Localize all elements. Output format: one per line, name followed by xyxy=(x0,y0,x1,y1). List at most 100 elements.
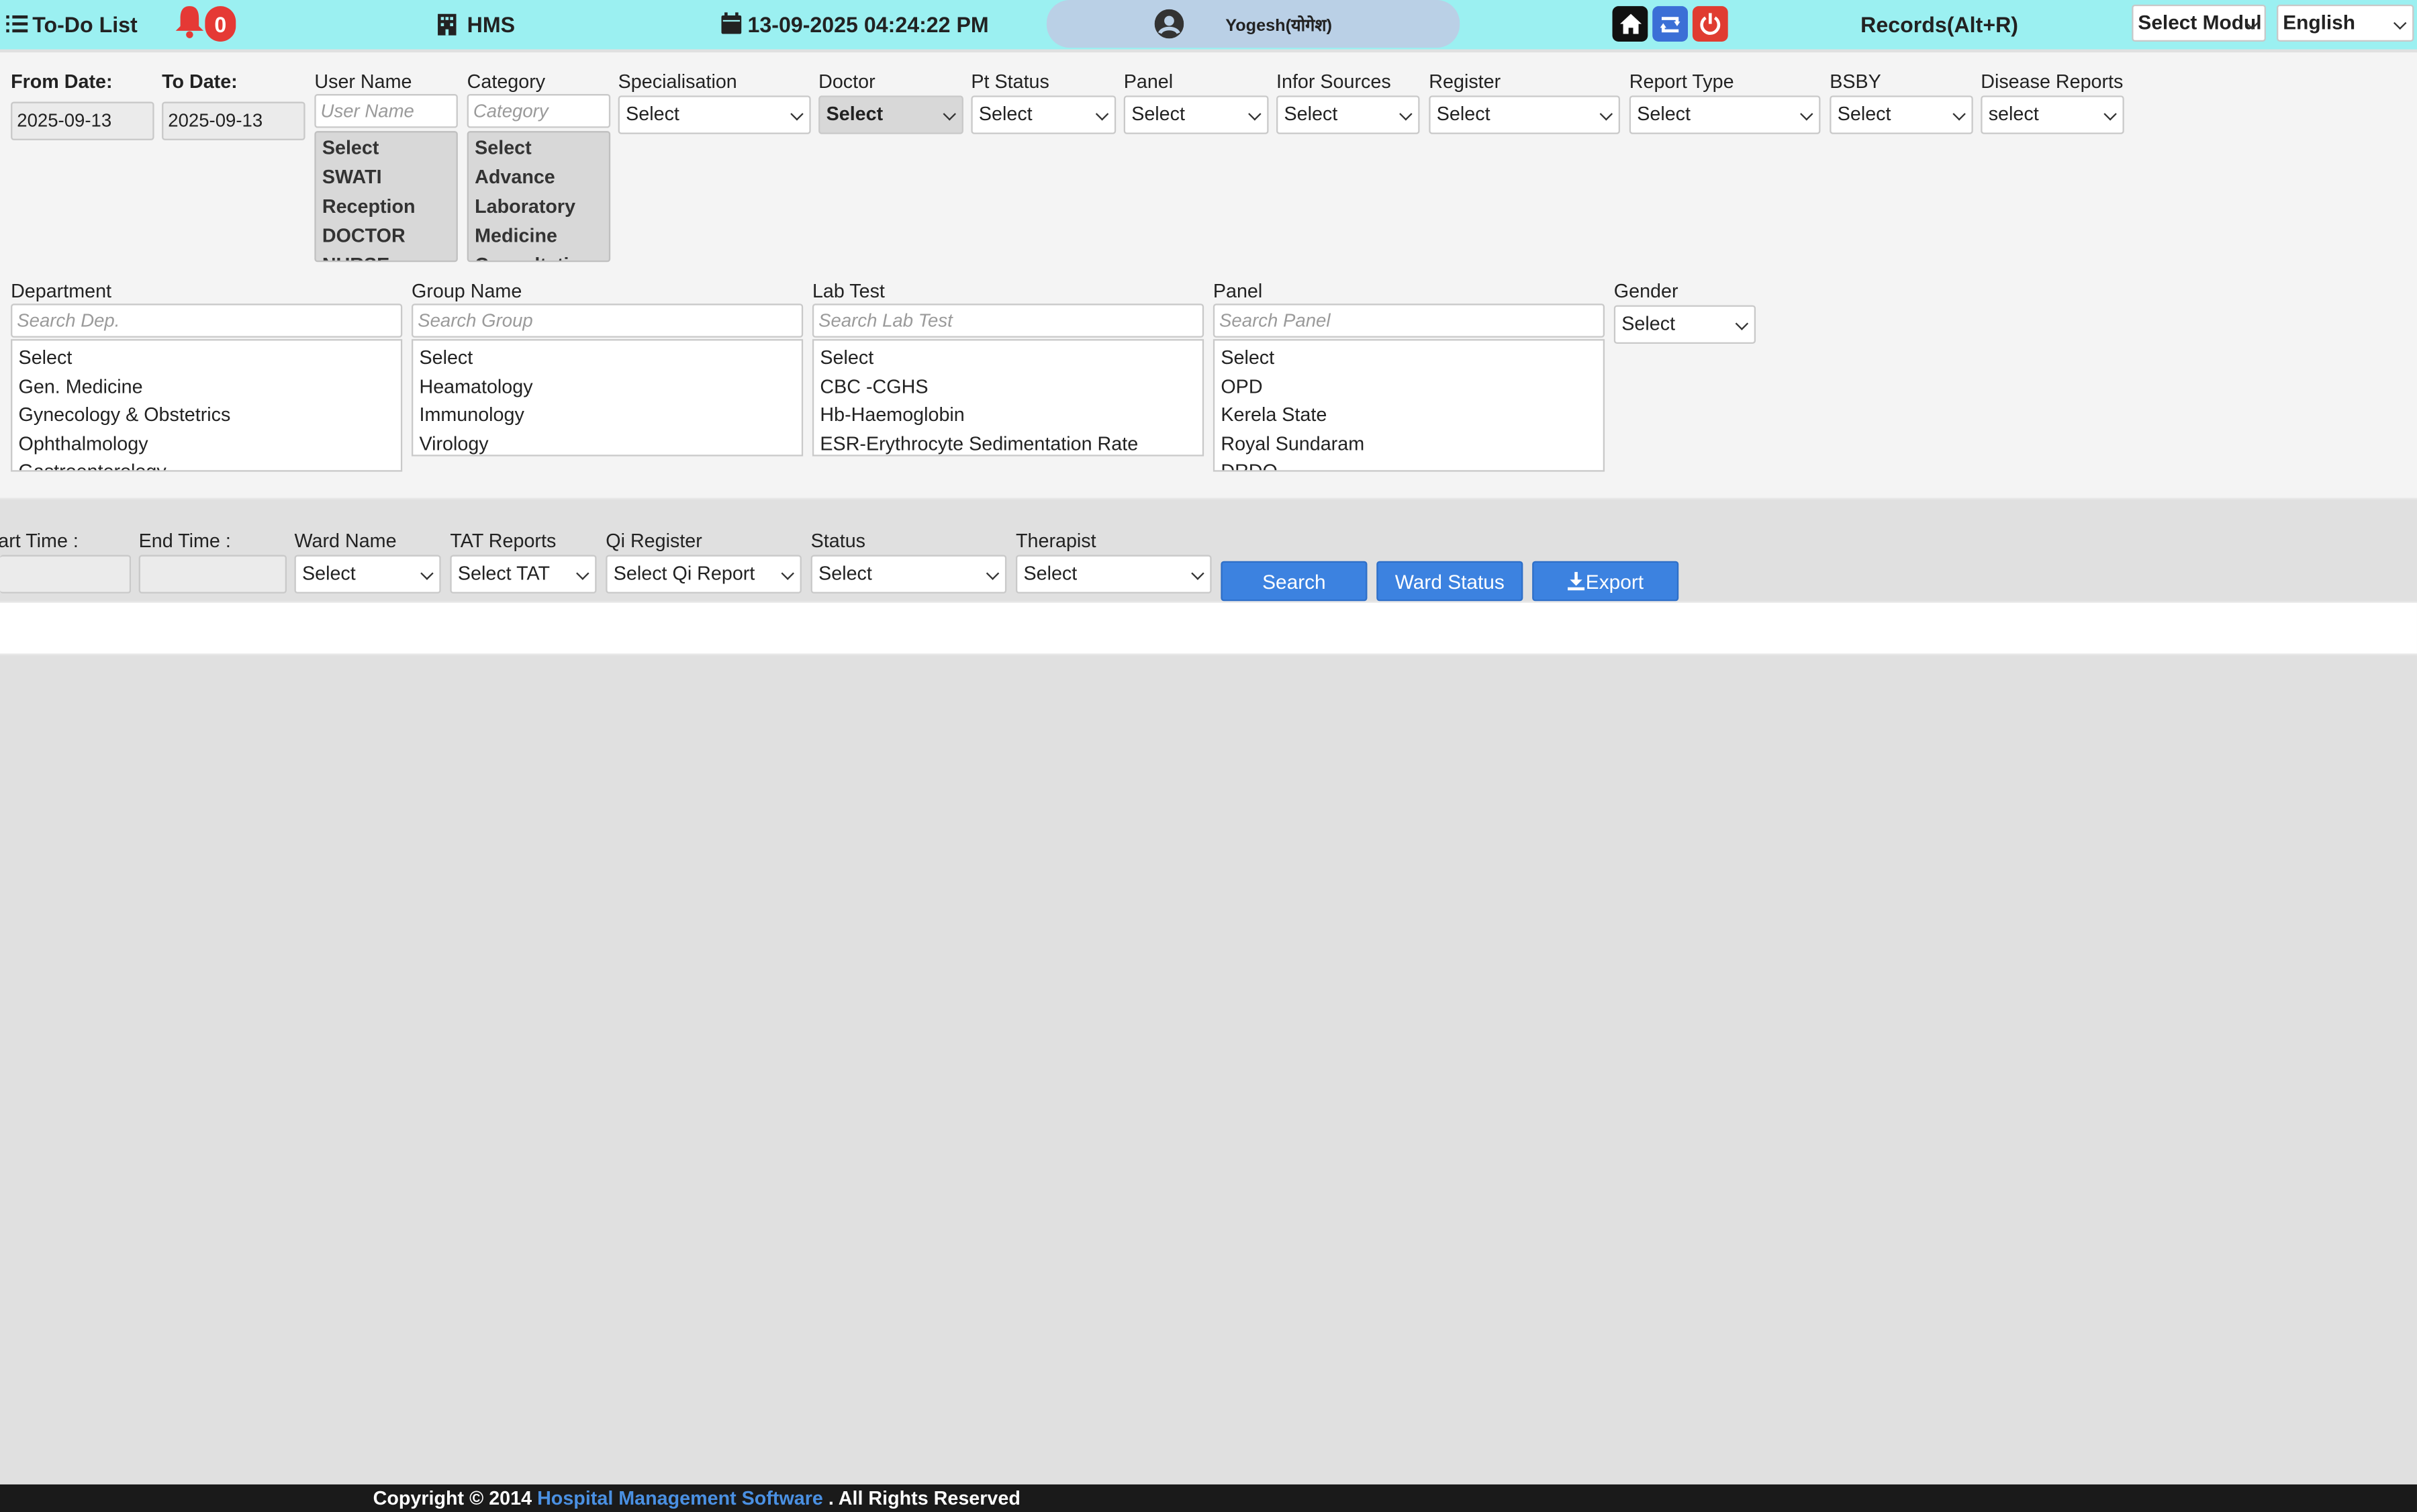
company-link[interactable]: Hospital Management Software xyxy=(537,1488,823,1509)
list-item[interactable]: Immunology xyxy=(413,401,802,429)
to-date-input[interactable]: 2025-09-13 xyxy=(162,101,305,140)
list-item[interactable]: Consultation xyxy=(469,251,609,261)
to-date-label: To Date: xyxy=(162,70,238,93)
bsby-label: BSBY xyxy=(1830,70,1881,93)
language-select[interactable]: English xyxy=(2277,4,2414,42)
therapist-select-value: Select xyxy=(1023,563,1078,585)
infor-sources-select[interactable]: Select xyxy=(1276,95,1420,134)
logout-button[interactable] xyxy=(1692,6,1728,42)
report-type-select[interactable]: Select xyxy=(1629,95,1821,134)
department-search[interactable]: Search Dep. xyxy=(11,303,403,338)
category-search[interactable]: Category xyxy=(467,94,611,128)
ward-status-button[interactable]: Ward Status xyxy=(1376,561,1523,602)
register-select-value: Select xyxy=(1436,103,1490,125)
tat-reports-label: TAT Reports xyxy=(450,530,557,552)
results-area xyxy=(0,601,2417,655)
from-date-label: From Date: xyxy=(11,70,113,93)
list-item[interactable]: Laboratory xyxy=(469,193,609,222)
records-link[interactable]: Records(Alt+R) xyxy=(1860,12,2018,37)
from-date-input[interactable]: 2025-09-13 xyxy=(11,101,154,140)
list-item[interactable]: Medicine xyxy=(469,222,609,252)
list-item[interactable]: Select xyxy=(1215,344,1603,372)
department-label: Department xyxy=(11,280,112,302)
list-item[interactable]: NURSE xyxy=(316,251,457,261)
chevron-down-icon xyxy=(1399,107,1413,121)
user-name-listbox[interactable]: Select SWATI Reception DOCTOR NURSE xyxy=(314,131,458,263)
group-listbox[interactable]: Select Heamatology Immunology Virology xyxy=(412,339,804,457)
status-select-value: Select xyxy=(818,563,872,585)
start-time-input[interactable] xyxy=(0,555,132,594)
lab-test-label: Lab Test xyxy=(812,280,885,302)
list-item[interactable]: ESR-Erythrocyte Sedimentation Rate xyxy=(814,429,1202,455)
infor-sources-label: Infor Sources xyxy=(1276,70,1391,93)
ward-name-select[interactable]: Select xyxy=(294,555,441,594)
department-listbox[interactable]: Select Gen. Medicine Gynecology & Obstet… xyxy=(11,339,403,472)
user-profile-pill[interactable]: Yogesh(योगेश) xyxy=(1046,0,1460,48)
search-button[interactable]: Search xyxy=(1221,561,1368,602)
bell-icon[interactable] xyxy=(174,5,205,39)
pt-status-select[interactable]: Select xyxy=(971,95,1117,134)
department-placeholder: Search Dep. xyxy=(17,310,120,332)
list-item[interactable]: Ophthalmology xyxy=(12,429,401,457)
list-item[interactable]: Gen. Medicine xyxy=(12,372,401,400)
module-select[interactable]: Select Modul xyxy=(2132,4,2266,42)
end-time-input[interactable] xyxy=(138,555,287,594)
export-button[interactable]: Export xyxy=(1532,561,1679,602)
list-item[interactable]: Royal Sundaram xyxy=(1215,429,1603,457)
panel-select[interactable]: Select xyxy=(1123,95,1269,134)
list-item[interactable]: Gynecology & Obstetrics xyxy=(12,401,401,429)
lab-test-search[interactable]: Search Lab Test xyxy=(812,303,1204,338)
tat-reports-select[interactable]: Select TAT xyxy=(450,555,597,594)
gender-select[interactable]: Select xyxy=(1613,305,1756,344)
doctor-label: Doctor xyxy=(818,70,875,93)
chevron-down-icon xyxy=(790,107,804,121)
chevron-down-icon xyxy=(1248,107,1262,121)
category-placeholder: Category xyxy=(473,100,549,122)
todo-list-link[interactable]: To-Do List xyxy=(32,12,138,37)
therapist-select[interactable]: Select xyxy=(1015,555,1212,594)
list-item[interactable]: Select xyxy=(12,344,401,372)
chevron-down-icon xyxy=(943,107,957,121)
disease-reports-select[interactable]: select xyxy=(1981,95,2124,134)
list-item[interactable]: OPD xyxy=(1215,372,1603,400)
list-item[interactable]: Gastroenterology xyxy=(12,458,401,470)
pt-status-select-value: Select xyxy=(978,103,1033,125)
list-icon[interactable] xyxy=(6,14,28,34)
home-button[interactable] xyxy=(1612,6,1648,42)
current-datetime: 13-09-2025 04:24:22 PM xyxy=(747,12,989,38)
list-item[interactable]: Select xyxy=(469,134,609,164)
group-search[interactable]: Search Group xyxy=(412,303,804,338)
list-item[interactable]: DOCTOR xyxy=(316,222,457,252)
list-item[interactable]: Hb-Haemoglobin xyxy=(814,401,1202,429)
hms-label: HMS xyxy=(467,12,516,38)
list-item[interactable]: Virology xyxy=(413,429,802,455)
lab-test-listbox[interactable]: Select CBC -CGHS Hb-Haemoglobin ESR-Eryt… xyxy=(812,339,1204,457)
specialisation-select[interactable]: Select xyxy=(618,95,811,134)
panel-search[interactable]: Search Panel xyxy=(1213,303,1605,338)
list-item[interactable]: Heamatology xyxy=(413,372,802,400)
list-item[interactable]: Reception xyxy=(316,193,457,222)
category-listbox[interactable]: Select Advance Laboratory Medicine Consu… xyxy=(467,131,611,263)
qi-register-select[interactable]: Select Qi Report xyxy=(606,555,802,594)
group-placeholder: Search Group xyxy=(418,310,533,332)
panel-listbox[interactable]: Select OPD Kerela State Royal Sundaram D… xyxy=(1213,339,1605,472)
user-name-label: User Name xyxy=(314,70,412,93)
hospital-building-icon xyxy=(438,13,457,36)
bsby-select[interactable]: Select xyxy=(1830,95,1973,134)
switch-button[interactable] xyxy=(1652,6,1689,42)
therapist-label: Therapist xyxy=(1015,530,1096,552)
list-item[interactable]: Advance xyxy=(469,163,609,193)
group-name-label: Group Name xyxy=(412,280,522,302)
list-item[interactable]: DRDO xyxy=(1215,458,1603,470)
status-select[interactable]: Select xyxy=(810,555,1007,594)
list-item[interactable]: Select xyxy=(413,344,802,372)
notification-count-badge[interactable]: 0 xyxy=(205,6,236,42)
list-item[interactable]: SWATI xyxy=(316,163,457,193)
user-name-search[interactable]: User Name xyxy=(314,94,458,128)
list-item[interactable]: Select xyxy=(316,134,457,164)
register-select[interactable]: Select xyxy=(1429,95,1620,134)
list-item[interactable]: Select xyxy=(814,344,1202,372)
list-item[interactable]: Kerela State xyxy=(1215,401,1603,429)
list-item[interactable]: CBC -CGHS xyxy=(814,372,1202,400)
doctor-select[interactable]: Select xyxy=(818,95,963,134)
